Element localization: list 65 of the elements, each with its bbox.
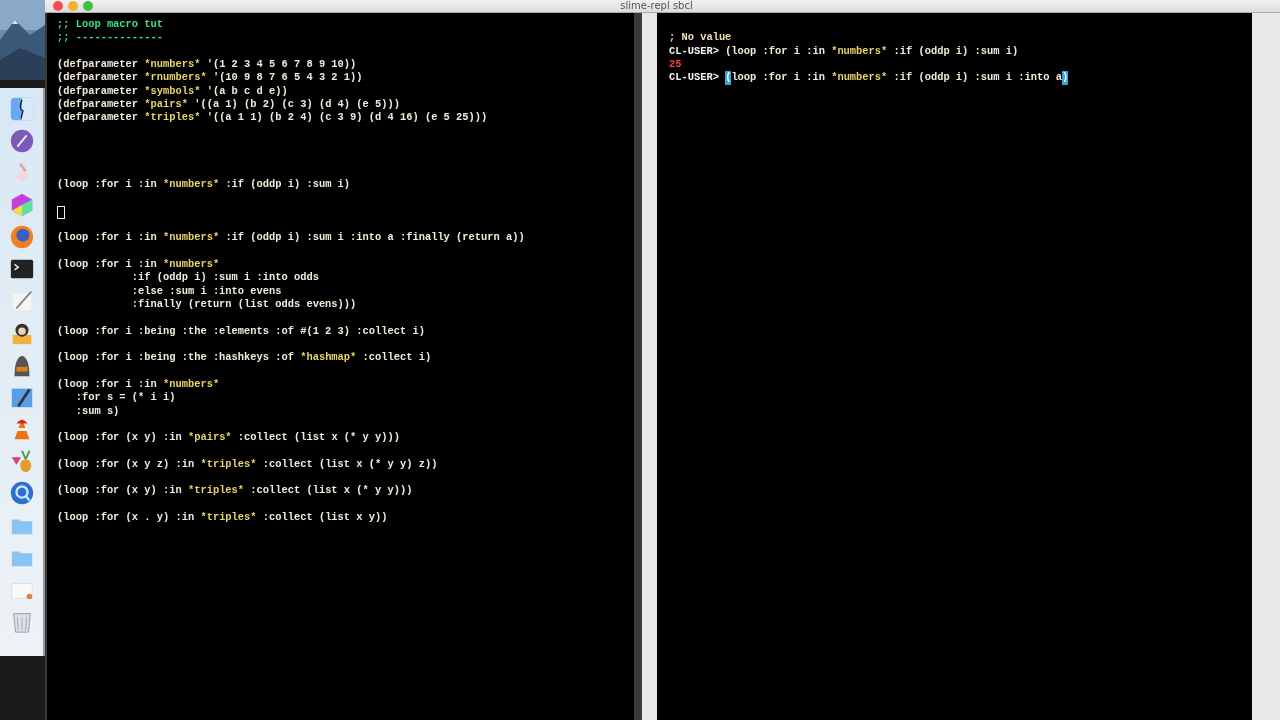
code-text: (defparameter [57,71,140,85]
code-text: (loop :for i :in [57,177,158,192]
code-text: :if (oddp i) :sum i) [224,177,351,192]
code-text: loop :for i :in [731,71,826,85]
code-text: '((a 1 1) (b 2 4) (c 3 9) (d 4 16) (e 5 25))) [205,111,488,125]
special-variable: *numbers* [831,44,888,58]
window-title: slime-repl sbcl [619,0,694,12]
repl-prompt: CL-USER> [669,44,720,58]
code-text: :collect (list x (* y y))) [236,431,400,445]
code-text: (defparameter [57,97,140,112]
code-text: (loop :for i :being :the :elements :of #(1 2 3) :collect i) [57,324,425,338]
code-text: (loop :for (x y) :in [57,431,183,445]
code-text: (loop :for i :in [725,44,826,58]
code-text: '(a b c d e)) [205,84,288,98]
result-value: 25 [669,58,682,72]
code-text: (loop :for (x y) :in [57,484,183,498]
special-variable: *triples* [200,511,257,525]
special-variable: *numbers* [163,377,220,392]
special-variable: *triples* [144,111,201,125]
code-text: (defparameter [57,58,140,72]
code-text: '(1 2 3 4 5 6 7 8 9 10)) [205,58,357,72]
special-variable: *numbers* [831,71,888,85]
code-text: :collect (list x y)) [261,511,388,525]
code-text: (defparameter [57,84,140,98]
code-text: :sum s) [74,404,120,418]
repl-prompt: CL-USER> [669,71,720,85]
code-text: :if (oddp i) :sum i) [892,44,1019,58]
special-variable: *pairs* [144,97,188,112]
code-text: (loop :for i :in [57,257,158,272]
quicktime-icon[interactable] [8,480,35,506]
code-text: ; No value [669,31,732,45]
code-text: :collect (list x (* y y) z)) [261,457,438,472]
code-text: (loop :for (x y z) :in [57,457,196,472]
special-variable: *numbers* [163,177,220,192]
code-text: :else :sum i :into evens [130,284,282,298]
special-variable: *triples* [200,457,257,472]
special-variable: *numbers* [163,257,220,272]
special-variable: *numbers* [144,58,201,72]
matched-paren: ( [725,71,732,85]
code-text: :if (oddp i) :sum i :into a :finally (return a)) [224,231,525,245]
code-text: (loop :for i :being :the :hashkeys :of [57,351,295,365]
text-cursor [57,205,65,219]
code-comment: ;; Loop macro tut [57,18,163,32]
special-variable: *numbers* [163,231,220,245]
special-variable: *triples* [187,484,245,498]
code-text: (loop :for i :in [57,377,158,392]
code-text: '(10 9 8 7 6 5 4 3 2 1)) [211,71,363,85]
special-variable: *symbols* [144,84,201,98]
code-text: :if (oddp i) :sum i :into a [892,71,1062,85]
code-text: '((a 1) (b 2) (c 3) (d 4) (e 5))) [193,97,400,112]
fox-globe-icon[interactable] [8,224,35,250]
code-text: :finally (return (list odds evens))) [130,297,357,312]
code-text: :for s = (* i i) [74,391,176,405]
code-text: (defparameter [57,111,140,125]
special-variable: *hashmap* [300,351,357,365]
code-text: :collect (list x (* y y))) [249,484,413,498]
special-variable: *pairs* [187,431,232,445]
code-text: (loop :for (x . y) :in [57,511,196,525]
code-comment: ;; -------------- [57,31,163,45]
maximize-icon[interactable] [83,1,93,11]
code-text: (loop :for i :in [57,231,158,245]
code-text: :if (oddp i) :sum i :into odds [130,271,319,285]
code-text: :collect i) [361,351,432,365]
special-variable: *rnumbers* [144,71,207,85]
close-icon[interactable] [53,1,63,11]
